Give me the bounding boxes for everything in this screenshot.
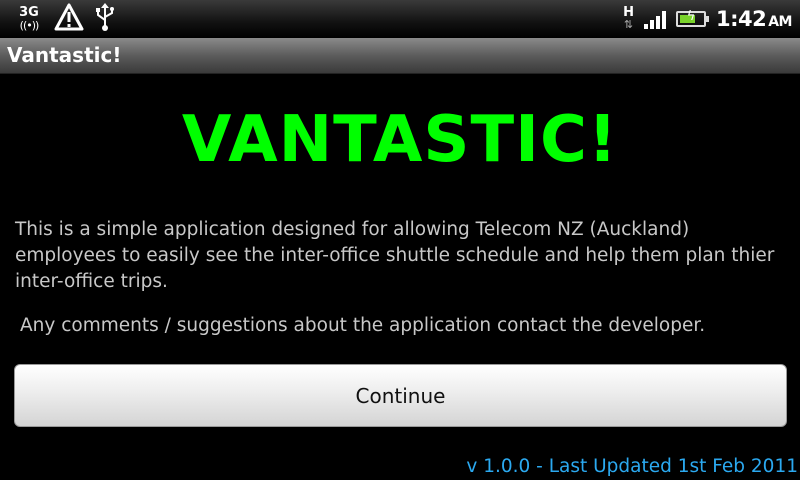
signal-bar xyxy=(661,11,666,29)
title-bar: Vantastic! xyxy=(0,38,800,74)
app-screen: 3G ((•)) H ⇅ ϟ 1:42 AM Vantastic! VANTAS… xyxy=(0,0,800,480)
app-title: Vantastic! xyxy=(7,43,122,67)
headline: VANTASTIC! xyxy=(181,103,619,177)
charging-bolt-icon: ϟ xyxy=(686,9,696,24)
usb-icon xyxy=(94,2,116,36)
description-text: This is a simple application designed fo… xyxy=(15,219,775,292)
continue-button[interactable]: Continue xyxy=(14,364,787,427)
hsdpa-arrows: ⇅ xyxy=(623,18,634,31)
status-clock: 1:42 AM xyxy=(715,7,793,31)
status-bar[interactable]: 3G ((•)) H ⇅ ϟ 1:42 AM xyxy=(0,0,800,38)
version-text: v 1.0.0 - Last Updated 1st Feb 2011 xyxy=(466,456,798,477)
warning-icon xyxy=(54,2,84,36)
network-waves: ((•)) xyxy=(19,19,40,32)
status-bar-notifications: 3G ((•)) xyxy=(14,2,116,36)
clock-time: 1:42 xyxy=(715,7,767,31)
clock-ampm: AM xyxy=(768,14,792,30)
signal-bar xyxy=(649,20,654,29)
comments-text: Any comments / suggestions about the app… xyxy=(20,315,706,336)
battery-charging-icon: ϟ xyxy=(675,9,709,27)
hsdpa-icon: H ⇅ xyxy=(623,6,634,31)
network-type-label: 3G xyxy=(19,5,39,20)
signal-bar xyxy=(643,24,648,29)
3g-signal-icon: 3G ((•)) xyxy=(14,6,44,32)
signal-strength-icon xyxy=(643,9,666,29)
signal-bar xyxy=(655,16,660,29)
status-bar-system: H ⇅ ϟ 1:42 AM xyxy=(623,0,792,38)
